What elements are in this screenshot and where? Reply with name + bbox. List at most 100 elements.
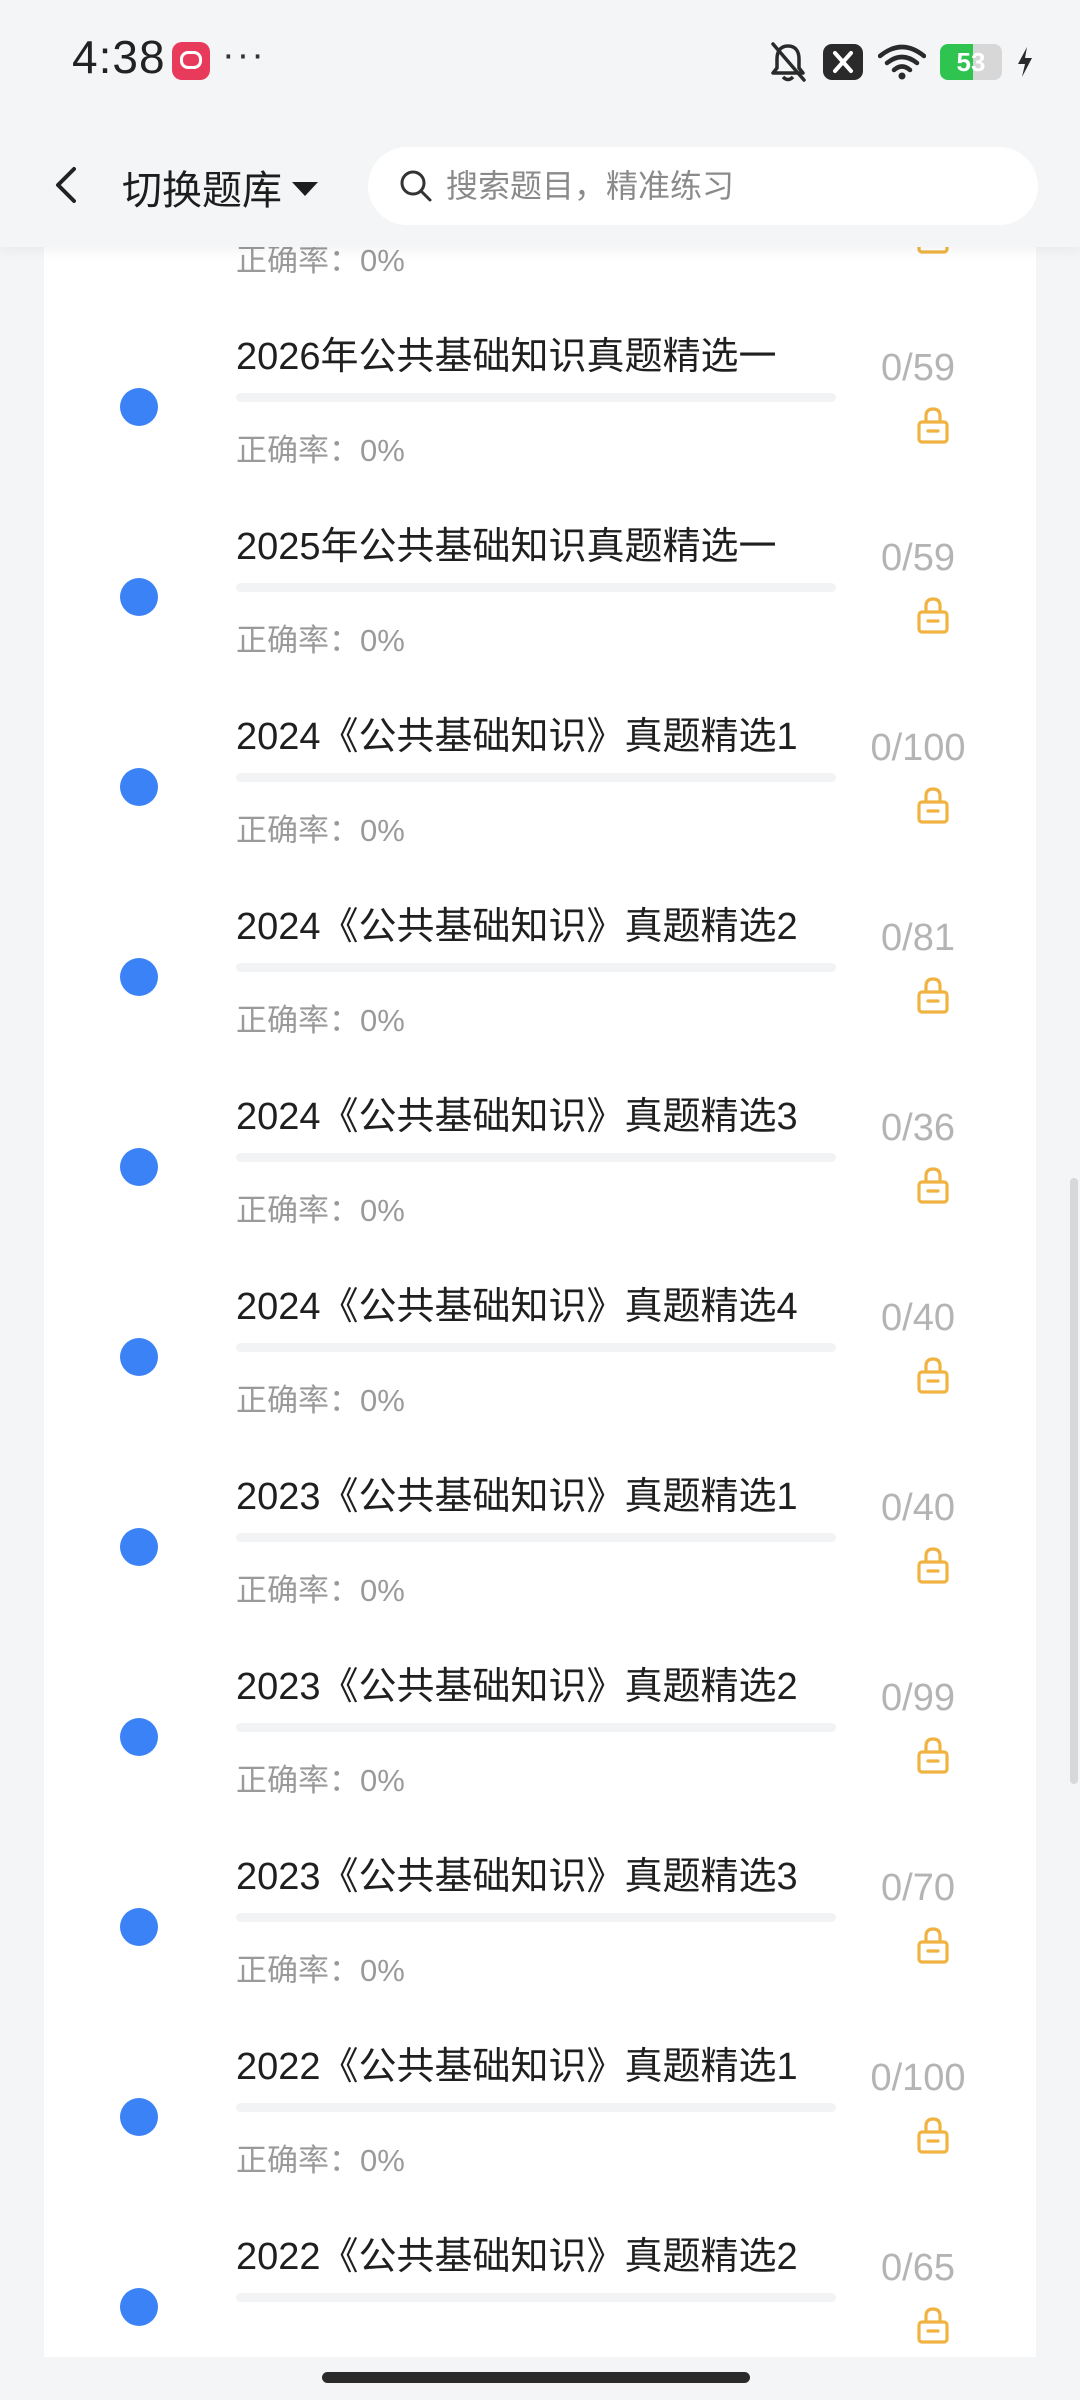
progress-bar xyxy=(236,2293,836,2302)
accuracy-label: 正确率： xyxy=(236,1763,360,1798)
accuracy-label: 正确率： xyxy=(236,433,360,468)
progress-bar xyxy=(236,773,836,782)
status-dot xyxy=(120,1528,158,1566)
list-track: 正确率：0% 2026年公共基础知识真题精选一 正确率：0% 0/59 2025年公共基… xyxy=(44,247,1036,2357)
battery-indicator: 53 xyxy=(940,44,1002,80)
lock-icon xyxy=(916,1735,950,1775)
question-set-item[interactable]: 2024《公共基础知识》真题精选3 正确率：0% 0/36 xyxy=(44,1071,1036,1261)
status-dot xyxy=(120,1718,158,1756)
item-title: 2024《公共基础知识》真题精选2 xyxy=(236,906,798,948)
accuracy-text: 正确率：0% xyxy=(236,1375,405,1420)
question-set-item[interactable]: 2024《公共基础知识》真题精选4 正确率：0% 0/40 xyxy=(44,1261,1036,1451)
progress-bar xyxy=(236,583,836,592)
question-count: 0/65 xyxy=(881,2247,955,2289)
lock-icon xyxy=(916,247,950,255)
status-icons: 53 xyxy=(768,38,1034,86)
question-count: 0/70 xyxy=(881,1867,955,1909)
accuracy-value: 0% xyxy=(360,2143,405,2178)
lock-icon xyxy=(916,2115,950,2155)
top-header: 切换题库 xyxy=(0,125,1080,247)
search-input[interactable] xyxy=(444,166,1008,206)
item-title: 2024《公共基础知识》真题精选3 xyxy=(236,1096,798,1138)
question-set-item[interactable]: 2024《公共基础知识》真题精选1 正确率：0% 0/100 xyxy=(44,691,1036,881)
switch-bank-label: 切换题库 xyxy=(122,169,282,213)
progress-bar xyxy=(236,1153,836,1162)
home-indicator[interactable] xyxy=(322,2372,750,2383)
question-count: 0/36 xyxy=(881,1107,955,1149)
question-count: 0/100 xyxy=(870,727,966,769)
status-dot xyxy=(120,2098,158,2136)
accuracy-label: 正确率： xyxy=(236,1003,360,1038)
progress-bar xyxy=(236,2103,836,2112)
accuracy-text: 正确率：0% xyxy=(236,995,405,1040)
accuracy-text: 正确率：0% xyxy=(236,805,405,850)
accuracy-label: 正确率： xyxy=(236,623,360,658)
switch-question-bank-button[interactable]: 切换题库 xyxy=(122,155,318,219)
question-set-item[interactable]: 正确率：0% xyxy=(44,247,1036,311)
question-set-item[interactable]: 2022《公共基础知识》真题精选1 正确率：0% 0/100 xyxy=(44,2021,1036,2211)
question-set-item[interactable]: 2023《公共基础知识》真题精选1 正确率：0% 0/40 xyxy=(44,1451,1036,1641)
lock-icon xyxy=(916,405,950,445)
lock-icon xyxy=(916,785,950,825)
question-set-item[interactable]: 2022《公共基础知识》真题精选2 0/65 xyxy=(44,2211,1036,2357)
accuracy-value: 0% xyxy=(360,1763,405,1798)
app-notification-icon xyxy=(172,42,210,80)
question-set-item[interactable]: 2024《公共基础知识》真题精选2 正确率：0% 0/81 xyxy=(44,881,1036,1071)
lock-icon xyxy=(916,1545,950,1585)
accuracy-label: 正确率： xyxy=(236,813,360,848)
lock-icon xyxy=(916,1925,950,1965)
status-dot xyxy=(120,388,158,426)
accuracy-label: 正确率： xyxy=(236,1193,360,1228)
accuracy-value: 0% xyxy=(360,1003,405,1038)
item-title: 2023《公共基础知识》真题精选1 xyxy=(236,1476,798,1518)
item-title: 2023《公共基础知识》真题精选3 xyxy=(236,1856,798,1898)
accuracy-text: 正确率：0% xyxy=(236,615,405,660)
progress-bar xyxy=(236,1533,836,1542)
item-title: 2023《公共基础知识》真题精选2 xyxy=(236,1666,798,1708)
accuracy-text: 正确率：0% xyxy=(236,1755,405,1800)
question-set-item[interactable]: 2023《公共基础知识》真题精选3 正确率：0% 0/70 xyxy=(44,1831,1036,2021)
progress-bar xyxy=(236,393,836,402)
status-dot xyxy=(120,1338,158,1376)
more-notifications-icon: ··· xyxy=(222,34,266,76)
accuracy-text: 正确率：0% xyxy=(236,1565,405,1610)
accuracy-label: 正确率： xyxy=(236,247,360,278)
search-bar[interactable] xyxy=(368,147,1038,225)
question-count: 0/59 xyxy=(881,537,955,579)
progress-bar xyxy=(236,1343,836,1352)
item-title: 2026年公共基础知识真题精选一 xyxy=(236,336,777,378)
accuracy-value: 0% xyxy=(360,247,405,278)
status-bar: 4:38 ··· 53 xyxy=(0,0,1080,125)
accuracy-label: 正确率： xyxy=(236,1383,360,1418)
accuracy-value: 0% xyxy=(360,623,405,658)
accuracy-value: 0% xyxy=(360,1193,405,1228)
accuracy-value: 0% xyxy=(360,813,405,848)
question-set-list: 正确率：0% 2026年公共基础知识真题精选一 正确率：0% 0/59 2025年公共基… xyxy=(44,247,1036,2357)
accuracy-label: 正确率： xyxy=(236,1953,360,1988)
question-count: 0/40 xyxy=(881,1487,955,1529)
lock-icon xyxy=(916,595,950,635)
question-set-item[interactable]: 2025年公共基础知识真题精选一 正确率：0% 0/59 xyxy=(44,501,1036,691)
status-dot xyxy=(120,2288,158,2326)
question-set-item[interactable]: 2023《公共基础知识》真题精选2 正确率：0% 0/99 xyxy=(44,1641,1036,1831)
question-count: 0/100 xyxy=(870,2057,966,2099)
question-set-item[interactable]: 2026年公共基础知识真题精选一正确率：0% 0/59 xyxy=(44,311,1036,501)
accuracy-text: 正确率：0% xyxy=(236,1945,405,1990)
progress-bar xyxy=(236,1723,836,1732)
progress-bar xyxy=(236,963,836,972)
accuracy-label: 正确率： xyxy=(236,2143,360,2178)
lock-icon xyxy=(916,1165,950,1205)
question-count: 0/99 xyxy=(881,1677,955,1719)
accuracy-value: 0% xyxy=(360,433,405,468)
question-count: 0/59 xyxy=(881,347,955,389)
item-title: 2025年公共基础知识真题精选一 xyxy=(236,526,777,568)
chevron-left-icon xyxy=(56,167,76,203)
lock-icon xyxy=(916,975,950,1015)
back-button[interactable] xyxy=(38,153,98,217)
bolt-icon xyxy=(1016,46,1034,78)
item-title: 2022《公共基础知识》真题精选1 xyxy=(236,2046,798,2088)
scrollbar[interactable] xyxy=(1070,1178,1078,1784)
accuracy-text: 正确率：0% xyxy=(236,247,405,280)
status-dot xyxy=(120,578,158,616)
item-title: 2022《公共基础知识》真题精选2 xyxy=(236,2236,798,2278)
